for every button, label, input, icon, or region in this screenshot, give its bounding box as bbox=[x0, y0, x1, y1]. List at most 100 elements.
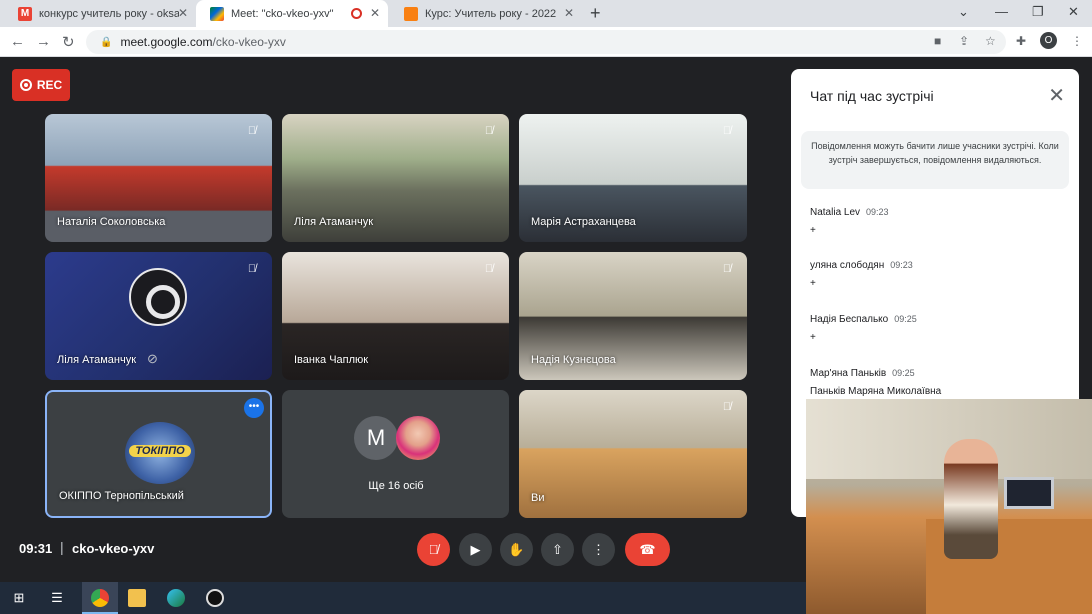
participant-tile[interactable]: 🎙̸ Надія Кузнєцова bbox=[519, 252, 747, 380]
participant-name: Ліля Атаманчук bbox=[57, 354, 137, 366]
chat-message: Natalia Lev 09:23 + bbox=[810, 207, 889, 236]
avatar: M bbox=[354, 416, 398, 460]
self-tile[interactable]: 🎙̸ Ви bbox=[519, 390, 747, 518]
tab-meet[interactable]: Meet: "cko-vkeo-yxv" ✕ bbox=[196, 0, 388, 27]
message-time: 09:25 bbox=[892, 368, 915, 378]
obs-icon[interactable] bbox=[206, 589, 224, 607]
rec-label: REC bbox=[36, 78, 63, 92]
message-time: 09:25 bbox=[894, 314, 917, 324]
participant-name: Марія Астраханцева bbox=[531, 216, 636, 228]
separator: | bbox=[60, 539, 64, 555]
message-author: Надія Беспалько bbox=[810, 314, 889, 325]
chat-notice: Повідомлення можуть бачити лише учасники… bbox=[801, 131, 1069, 189]
browser-tab-bar: M конкурс учитель року - oksana. ✕ Meet:… bbox=[0, 0, 1092, 27]
mic-off-icon: 🎙̸ bbox=[247, 263, 257, 275]
task-view-icon[interactable]: ☰ bbox=[48, 589, 66, 607]
tab-title: Meet: "cko-vkeo-yxv" bbox=[231, 7, 334, 20]
google-meet-icon bbox=[210, 6, 224, 21]
tab-search-icon[interactable]: ⌄ bbox=[958, 4, 969, 20]
message-text: + bbox=[810, 225, 816, 236]
participant-tile[interactable]: 🎙̸ Марія Астраханцева bbox=[519, 114, 747, 242]
message-text: + bbox=[810, 278, 816, 289]
tab-moodle[interactable]: Курс: Учитель року - 2022 ✕ bbox=[390, 0, 582, 27]
share-icon[interactable]: ⇪ bbox=[959, 34, 969, 48]
mic-toggle-button[interactable]: 🎙̸ bbox=[417, 533, 450, 566]
edge-icon[interactable] bbox=[167, 589, 185, 607]
chat-message: Мар'яна Паньків 09:25 Паньків Маряна Мико… bbox=[810, 368, 941, 397]
chat-message: уляна слободян 09:23 + bbox=[810, 260, 913, 289]
recording-badge: REC bbox=[12, 69, 70, 101]
bookmark-star-icon[interactable]: ☆ bbox=[985, 34, 996, 48]
camera-off-icon: ⊘ bbox=[147, 351, 158, 366]
present-screen-button[interactable]: ⇧ bbox=[541, 533, 574, 566]
participant-tile[interactable]: 🎙̸ Ліля Атаманчук bbox=[282, 114, 509, 242]
participant-tile[interactable]: 🎙̸ Наталія Соколовська bbox=[45, 114, 272, 242]
close-window-button[interactable]: ✕ bbox=[1068, 4, 1079, 20]
close-tab-icon[interactable]: ✕ bbox=[178, 6, 188, 20]
file-explorer-icon[interactable] bbox=[128, 589, 146, 607]
meeting-clock: 09:31 bbox=[19, 541, 53, 556]
minimize-button[interactable]: — bbox=[995, 4, 1008, 19]
avatar bbox=[396, 416, 440, 460]
obs-logo-icon bbox=[129, 268, 187, 326]
lock-icon: 🔒 bbox=[100, 36, 113, 48]
message-time: 09:23 bbox=[890, 260, 913, 270]
more-options-button[interactable]: ••• bbox=[244, 398, 264, 418]
address-bar: ← → ↻ 🔒 meet.google.com/cko-vkeo-yxv ■ ⇪… bbox=[0, 27, 1092, 57]
back-button[interactable]: ← bbox=[10, 33, 25, 50]
windows-taskbar: ⊞ ☰ bbox=[0, 582, 806, 614]
message-text: Паньків Маряна Миколаївна bbox=[810, 386, 942, 397]
raise-hand-button[interactable]: ✋ bbox=[500, 533, 533, 566]
tab-gmail[interactable]: M конкурс учитель року - oksana. ✕ bbox=[4, 0, 196, 27]
mic-off-icon: 🎙̸ bbox=[484, 263, 494, 275]
participant-tile[interactable]: 🎙̸ Іванка Чаплюк bbox=[282, 252, 509, 380]
logo-text: ТОКІППО bbox=[129, 445, 191, 457]
recording-indicator-icon bbox=[351, 8, 362, 19]
meeting-code: cko-vkeo-yxv bbox=[72, 541, 155, 556]
browser-menu-icon[interactable]: ⋮ bbox=[1071, 34, 1083, 48]
message-author: Natalia Lev bbox=[810, 207, 861, 218]
mic-off-icon: 🎙̸ bbox=[722, 263, 732, 275]
participant-name: Ліля Атаманчук bbox=[294, 216, 374, 228]
mic-off-icon: 🎙̸ bbox=[722, 401, 732, 413]
more-options-button[interactable]: ⋮ bbox=[582, 533, 615, 566]
extensions-icon[interactable]: ✚ bbox=[1016, 34, 1026, 48]
windows-start-icon[interactable]: ⊞ bbox=[10, 589, 28, 607]
chrome-icon[interactable] bbox=[91, 589, 109, 607]
leave-call-button[interactable]: ☎ bbox=[625, 533, 670, 566]
participant-name: Надія Кузнєцова bbox=[531, 354, 616, 366]
mic-off-icon: 🎙̸ bbox=[484, 125, 494, 137]
participant-name: Ви bbox=[531, 492, 545, 504]
message-author: уляна слободян bbox=[810, 260, 885, 271]
url-field[interactable]: 🔒 meet.google.com/cko-vkeo-yxv bbox=[86, 30, 1006, 54]
laptop bbox=[1004, 477, 1054, 509]
chat-message: Надія Беспалько 09:25 + bbox=[810, 314, 917, 343]
camera-toggle-button[interactable]: ▶ bbox=[459, 533, 492, 566]
participant-name: Наталія Соколовська bbox=[57, 216, 166, 228]
maximize-button[interactable]: ❐ bbox=[1032, 4, 1044, 20]
tokippo-logo: ТОКІППО bbox=[125, 422, 195, 484]
profile-avatar[interactable]: O bbox=[1040, 32, 1057, 49]
more-participants-tile[interactable]: M Ще 16 осіб bbox=[282, 390, 509, 518]
person-at-laptop bbox=[944, 439, 998, 559]
new-tab-button[interactable]: + bbox=[590, 3, 601, 24]
message-time: 09:23 bbox=[866, 207, 889, 217]
participant-tile[interactable]: 🎙̸ Ліля Атаманчук ⊘ bbox=[45, 252, 272, 380]
forward-button[interactable]: → bbox=[36, 33, 51, 50]
camera-icon[interactable]: ■ bbox=[934, 34, 941, 48]
reload-button[interactable]: ↻ bbox=[62, 33, 75, 51]
tab-title: конкурс учитель року - oksana. bbox=[39, 7, 179, 20]
more-participants-count: Ще 16 осіб bbox=[368, 480, 424, 492]
message-author: Мар'яна Паньків bbox=[810, 368, 887, 379]
chat-title: Чат під час зустрічі bbox=[810, 88, 934, 104]
participant-tile-speaking[interactable]: ТОКІППО ••• ОКІППО Тернопільський bbox=[45, 390, 272, 518]
webcam-overlay bbox=[806, 399, 1092, 614]
message-text: + bbox=[810, 332, 816, 343]
close-tab-icon[interactable]: ✕ bbox=[564, 6, 574, 20]
close-tab-icon[interactable]: ✕ bbox=[370, 6, 380, 20]
url-path: /cko-vkeo-yxv bbox=[212, 35, 286, 49]
close-chat-button[interactable]: ✕ bbox=[1048, 83, 1065, 108]
participant-name: ОКІППО Тернопільський bbox=[59, 490, 184, 502]
record-icon bbox=[19, 79, 32, 91]
moodle-icon bbox=[404, 6, 418, 21]
